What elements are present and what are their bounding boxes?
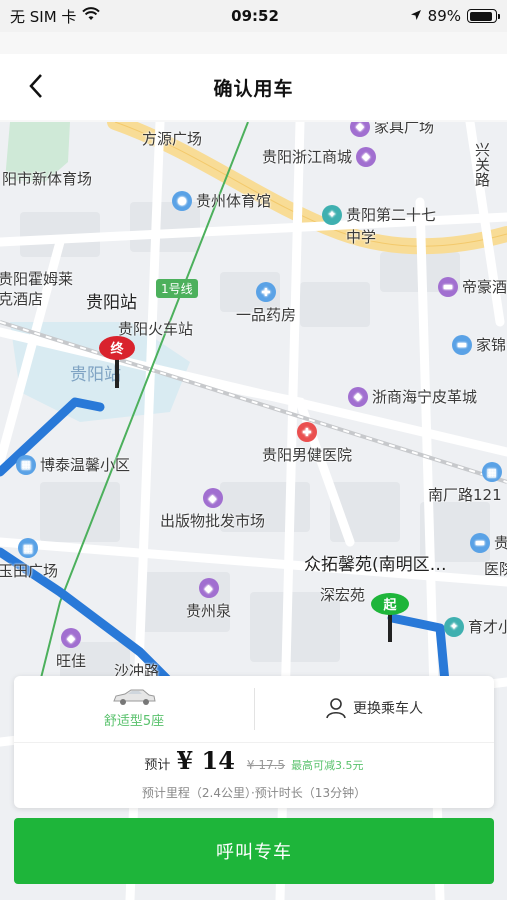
nav-bar: 确认用车 bbox=[0, 32, 507, 122]
poi-label[interactable]: ✚ 贵阳男健医院 bbox=[262, 422, 352, 465]
poi-label[interactable]: ✚ 一品药房 bbox=[236, 282, 296, 325]
location-arrow-icon bbox=[410, 7, 422, 25]
poi-label[interactable]: ◆ 家具广场 bbox=[350, 122, 434, 137]
battery-icon bbox=[467, 9, 500, 23]
school-icon: ✦ bbox=[322, 204, 342, 225]
poi-label[interactable]: ▦ 南厂路121 bbox=[428, 462, 502, 505]
station-label[interactable]: 贵阳站 bbox=[86, 288, 137, 313]
status-left: 无 SIM 卡 bbox=[10, 6, 101, 27]
poi-label[interactable]: ▦ 玉田广场 bbox=[0, 538, 58, 581]
poi-label[interactable]: ✦ 贵阳第二十七 bbox=[322, 204, 436, 225]
page-title: 确认用车 bbox=[213, 78, 294, 100]
panel-divider bbox=[14, 742, 494, 743]
change-passenger-label: 更换乘车人 bbox=[353, 701, 423, 717]
poi-label[interactable]: 中学 bbox=[346, 226, 376, 247]
poi-label[interactable]: ◆ 浙商海宁皮革城 bbox=[348, 386, 477, 407]
call-car-button[interactable]: 呼叫专车 bbox=[14, 818, 494, 884]
end-marker-icon[interactable]: 终 bbox=[98, 334, 136, 392]
shopping-icon: ◆ bbox=[350, 122, 370, 137]
poi-label[interactable]: 阳市新体育场 bbox=[2, 168, 92, 189]
person-icon bbox=[326, 698, 346, 719]
end-marker-label: 终 bbox=[110, 341, 124, 357]
shopping-icon: ◆ bbox=[348, 386, 368, 407]
hotel-icon: ▬ bbox=[470, 532, 490, 553]
shopping-icon: ◆ bbox=[61, 628, 81, 648]
order-panel: 舒适型5座 更换乘车人 预计 ¥ 14 ¥ 17.5 最高可减3.5元 预计里程… bbox=[14, 676, 494, 808]
change-passenger-button[interactable]: 更换乘车人 bbox=[254, 676, 494, 740]
poi-label[interactable]: ▬ 帝豪酒 bbox=[438, 276, 507, 297]
poi-label[interactable]: ◆ 出版物批发市场 bbox=[160, 488, 265, 531]
shopping-icon: ◆ bbox=[202, 488, 223, 508]
hotel-icon: ▬ bbox=[452, 334, 472, 355]
nav-inner: 确认用车 bbox=[0, 54, 507, 120]
road-label: 兴关路 bbox=[473, 142, 491, 187]
pharmacy-icon: ✚ bbox=[256, 282, 276, 302]
poi-label[interactable]: ▬ 家锦 bbox=[452, 334, 506, 355]
hotel-icon: ▬ bbox=[438, 276, 458, 297]
shopping-icon: ◆ bbox=[356, 146, 377, 167]
poi-label[interactable]: ✦ 育才小 bbox=[444, 616, 507, 637]
poi-label[interactable]: ● 贵州体育馆 bbox=[172, 190, 271, 211]
residence-icon: ▦ bbox=[18, 538, 38, 558]
status-right: 89% bbox=[410, 7, 500, 25]
original-price: ¥ 17.5 bbox=[246, 758, 286, 772]
school-icon: ✦ bbox=[444, 616, 464, 637]
shopping-icon: ◆ bbox=[198, 578, 219, 598]
poi-label[interactable]: ◆ 贵州泉 bbox=[186, 578, 231, 621]
poi-label[interactable]: 医院 bbox=[484, 558, 507, 579]
battery-fill bbox=[469, 11, 492, 21]
poi-label[interactable]: ▬贵阳 bbox=[470, 532, 507, 553]
poi-label[interactable]: ◆ 旺佳 bbox=[56, 628, 86, 671]
residence-icon: ▦ bbox=[16, 454, 36, 475]
poi-label[interactable]: 深宏苑 bbox=[320, 584, 365, 605]
car-icon bbox=[113, 689, 156, 705]
price-prefix: 预计 bbox=[144, 758, 171, 773]
stadium-icon: ● bbox=[172, 190, 192, 211]
poi-label[interactable]: ▦ 博泰温馨小区 bbox=[16, 454, 130, 475]
clock: 09:52 bbox=[231, 7, 279, 25]
start-marker-label: 起 bbox=[382, 597, 397, 613]
car-type-label: 舒适型5座 bbox=[103, 713, 165, 729]
car-type-tab[interactable]: 舒适型5座 bbox=[14, 676, 254, 740]
trip-estimate: 预计里程（2.4公里）·预计时长（13分钟） bbox=[141, 786, 367, 800]
start-marker-icon[interactable]: 起 bbox=[370, 592, 410, 644]
wifi-icon bbox=[82, 7, 101, 25]
battery-percent: 89% bbox=[427, 7, 461, 25]
poi-label[interactable]: 贵阳浙江商城 ◆ bbox=[262, 146, 377, 167]
poi-label[interactable]: 克酒店 bbox=[0, 288, 43, 309]
price-row: 预计 ¥ 14 ¥ 17.5 最高可减3.5元 bbox=[14, 746, 494, 775]
status-bar: 无 SIM 卡 09:52 89% bbox=[0, 0, 507, 32]
hospital-icon: ✚ bbox=[297, 422, 317, 442]
destination-label[interactable]: 众拓馨苑(南明区… bbox=[304, 550, 447, 575]
poi-label[interactable]: 方源广场 bbox=[142, 128, 202, 149]
poi-label[interactable]: 贵阳霍姆莱 bbox=[0, 268, 73, 289]
metro-line-badge[interactable]: 1号线 bbox=[156, 279, 198, 298]
price-value: ¥ 14 bbox=[176, 746, 235, 775]
residence-icon: ▦ bbox=[481, 462, 502, 482]
tab-divider bbox=[254, 688, 255, 730]
discount-note: 最高可减3.5元 bbox=[291, 759, 364, 772]
carrier-label: 无 SIM 卡 bbox=[10, 7, 77, 26]
